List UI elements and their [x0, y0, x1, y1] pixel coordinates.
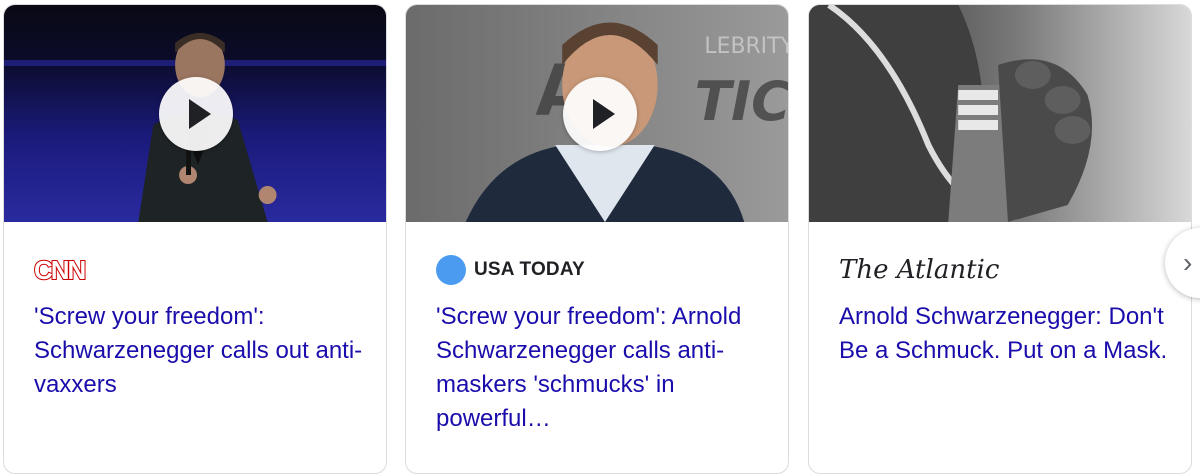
- source-name: The Atlantic: [839, 255, 1000, 285]
- source-name: CNN: [33, 254, 87, 286]
- news-card-cnn[interactable]: CNN 'Screw your freedom': Schwarzenegger…: [3, 4, 387, 474]
- svg-text:TICE: TICE: [694, 70, 788, 133]
- source-logo-usa-today: USA TODAY: [436, 253, 585, 287]
- news-card-the-atlantic[interactable]: The Atlantic Arnold Schwarzenegger: Don'…: [808, 4, 1192, 474]
- usa-today-dot-icon: [436, 255, 466, 285]
- play-icon[interactable]: [563, 77, 637, 151]
- source-name: USA TODAY: [474, 259, 585, 280]
- chevron-right-icon: ›: [1183, 247, 1193, 278]
- thumbnail-image[interactable]: [4, 5, 386, 222]
- play-icon[interactable]: [159, 77, 233, 151]
- headline-link[interactable]: 'Screw your freedom': Schwarzenegger cal…: [34, 300, 364, 402]
- svg-text:LEBRITY: LEBRITY: [704, 34, 788, 59]
- source-logo-the-atlantic: The Atlantic: [839, 253, 999, 287]
- thumbnail-image[interactable]: [809, 5, 1191, 222]
- headline-link[interactable]: Arnold Schwarzenegger: Don't Be a Schmuc…: [839, 300, 1169, 368]
- news-card-usa-today[interactable]: A TICE LEBRITY USA TODAY 'Screw your fre…: [405, 4, 789, 474]
- top-stories-carousel: CNN 'Screw your freedom': Schwarzenegger…: [0, 0, 1200, 474]
- thumbnail-image[interactable]: A TICE LEBRITY: [406, 5, 788, 222]
- headline-link[interactable]: 'Screw your freedom': Arnold Schwarzeneg…: [436, 300, 766, 436]
- source-logo-cnn: CNN: [33, 253, 87, 287]
